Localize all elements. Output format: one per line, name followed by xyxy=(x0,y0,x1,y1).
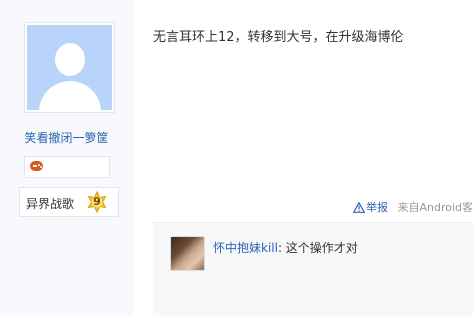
reply-text: : 这个操作才对 xyxy=(277,241,358,255)
report-label: 举报 xyxy=(366,201,388,214)
reply-item: 怀中抱妹kill: 这个操作才对 xyxy=(213,239,358,256)
badge-level-number: 9 xyxy=(93,195,101,208)
avatar-body-shape xyxy=(39,81,101,110)
badge-name: 异界战歌 xyxy=(26,197,75,211)
post-footer: 举报 来自Android客 xyxy=(353,199,473,215)
gamepad-icon xyxy=(30,161,43,171)
member-badge[interactable]: 异界战歌 9 xyxy=(19,187,119,217)
warning-icon xyxy=(353,202,365,213)
default-avatar-icon xyxy=(27,25,112,110)
reply-section: 怀中抱妹kill: 这个操作才对 xyxy=(153,222,473,316)
author-avatar[interactable] xyxy=(24,22,115,113)
badge-level-icon: 9 xyxy=(86,191,108,213)
avatar-head-shape xyxy=(55,43,85,76)
author-sidebar: 笑看撤闭一箩筐 异界战歌 9 xyxy=(0,0,133,316)
reply-username[interactable]: 怀中抱妹kill xyxy=(213,241,278,255)
post-content: 无言耳环上12，转移到大号，在升级海博伦 xyxy=(153,30,404,45)
post-floor: 笑看撤闭一箩筐 异界战歌 9 无言耳环上12，转移到大号，在升级海博伦 举报 来… xyxy=(0,0,473,316)
report-button[interactable]: 举报 xyxy=(353,201,392,214)
game-level-box xyxy=(24,156,110,178)
post-source: 来自Android客 xyxy=(397,201,473,214)
author-username[interactable]: 笑看撤闭一箩筐 xyxy=(0,129,133,146)
reply-user-avatar[interactable] xyxy=(170,236,205,271)
